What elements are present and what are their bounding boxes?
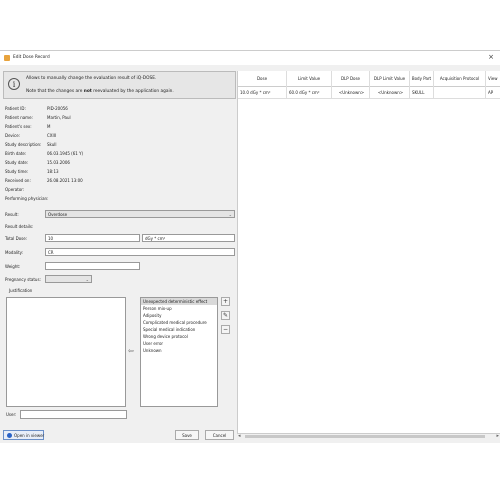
total-dose-unit-field[interactable]: dGy * cm² xyxy=(142,234,235,242)
column-header-dlp-dose[interactable]: DLP Dose xyxy=(332,71,370,87)
cell-acquisition-protocol xyxy=(434,87,486,99)
scroll-left-icon[interactable]: ◂ xyxy=(238,433,241,439)
grid-header: Dose Limit Value DLP Dose DLP Limit Valu… xyxy=(238,71,500,87)
info-text-suffix: reevaluated by the application again. xyxy=(91,89,174,94)
reason-item-user-error[interactable]: User error xyxy=(141,340,217,347)
column-header-dlp-limit-value[interactable]: DLP Limit Value xyxy=(370,71,410,87)
user-label: User: xyxy=(6,412,17,417)
reason-item-unexpected-deterministic-effect[interactable]: Unexpected deterministic effect xyxy=(141,298,217,305)
info-text-line1: Allows to manually change the evaluation… xyxy=(26,76,157,81)
device-value: CXIII xyxy=(47,133,57,138)
total-dose-label: Total Dose: xyxy=(5,236,28,241)
edit-reason-button[interactable]: ✎ xyxy=(221,311,230,320)
reason-item-special-medical-indication[interactable]: Special medical indication xyxy=(141,326,217,333)
justification-label: Justification xyxy=(9,288,33,293)
study-time-value: 18:13 xyxy=(47,169,59,174)
result-details-label: Result details: xyxy=(5,224,34,229)
study-description-label: Study description: xyxy=(5,142,42,147)
scroll-right-icon[interactable]: ▸ xyxy=(496,433,499,439)
reason-item-adiposity[interactable]: Adiposity xyxy=(141,312,217,319)
device-label: Device: xyxy=(5,133,21,138)
birth-date-label: Birth date: xyxy=(5,151,27,156)
info-text-line2: Note that the changes are not reevaluate… xyxy=(26,89,174,94)
table-row[interactable]: 10.0 dGy * cm² 60.0 dGy * cm² <Unknown> … xyxy=(238,87,500,99)
info-banner: i Allows to manually change the evaluati… xyxy=(3,71,236,99)
total-dose-input[interactable]: 10 xyxy=(45,234,140,242)
patient-sex-label: Patient's sex: xyxy=(5,124,32,129)
user-input[interactable] xyxy=(20,410,127,419)
justification-reason-list[interactable]: Unexpected deterministic effect Person m… xyxy=(140,297,218,407)
justification-textarea[interactable] xyxy=(6,297,126,407)
reason-item-wrong-device-protocol[interactable]: Wrong device protocol xyxy=(141,333,217,340)
reason-item-unknown[interactable]: Unknown xyxy=(141,347,217,354)
pregnancy-status-select[interactable]: ⌄ xyxy=(45,275,92,283)
close-button[interactable]: × xyxy=(488,53,494,61)
scroll-thumb[interactable] xyxy=(245,435,485,438)
save-button[interactable]: Save xyxy=(175,430,199,440)
title-bar: Edit Dose Record × xyxy=(0,51,500,65)
transfer-arrow-button[interactable]: ⇦ xyxy=(128,347,134,355)
reason-item-complicated-medical-procedure[interactable]: Complicated medical procedure xyxy=(141,319,217,326)
column-header-limit-value[interactable]: Limit Value xyxy=(287,71,332,87)
weight-input[interactable] xyxy=(45,262,140,270)
info-icon: i xyxy=(8,78,20,90)
result-value: Overdose xyxy=(48,212,68,217)
open-in-viewer-label: Open in viewer xyxy=(14,433,45,438)
study-time-label: Study time: xyxy=(5,169,29,174)
birth-date-value: 06.03.1945 (61 Y) xyxy=(47,151,84,156)
weight-label: Weight: xyxy=(5,264,21,269)
column-header-acquisition-protocol[interactable]: Acquisition Protocol xyxy=(434,71,486,87)
patient-name-label: Patient name: xyxy=(5,115,33,120)
column-header-body-part[interactable]: Body Part xyxy=(410,71,434,87)
remove-reason-button[interactable]: − xyxy=(221,325,230,334)
viewer-icon xyxy=(7,433,12,438)
performing-physician-label: Performing physician: xyxy=(5,196,49,201)
operator-label: Operator: xyxy=(5,187,25,192)
cell-limit-value: 60.0 dGy * cm² xyxy=(287,87,332,99)
study-date-label: Study date: xyxy=(5,160,29,165)
window-title: Edit Dose Record xyxy=(13,55,50,60)
cell-view: AP xyxy=(486,87,500,99)
add-reason-button[interactable]: + xyxy=(221,297,230,306)
result-label: Result: xyxy=(5,212,19,217)
result-select[interactable]: Overdose ⌄ xyxy=(45,210,235,218)
open-in-viewer-button[interactable]: Open in viewer xyxy=(3,430,44,440)
patient-id-label: Patient ID: xyxy=(5,106,26,111)
info-text-prefix: Note that the changes are xyxy=(26,89,84,94)
patient-name-value: Martin, Paul xyxy=(47,115,71,120)
cell-dlp-limit-value: <Unknown> xyxy=(370,87,410,99)
pregnancy-status-label: Pregnancy status: xyxy=(5,277,41,282)
column-header-view[interactable]: View xyxy=(486,71,500,87)
reason-item-person-mix-up[interactable]: Person mix-up xyxy=(141,305,217,312)
app-icon xyxy=(4,55,10,61)
study-date-value: 15.03.2006 xyxy=(47,160,70,165)
modality-input[interactable]: CR xyxy=(45,248,235,256)
chevron-down-icon: ⌄ xyxy=(85,277,89,282)
study-description-value: Skull xyxy=(47,142,57,147)
cancel-button[interactable]: Cancel xyxy=(205,430,234,440)
cell-dlp-dose: <Unknown> xyxy=(332,87,370,99)
received-on-label: Received on: xyxy=(5,178,31,183)
patient-sex-value: M xyxy=(47,124,51,129)
modality-label: Modality: xyxy=(5,250,24,255)
cell-dose: 10.0 dGy * cm² xyxy=(238,87,287,99)
dose-records-grid: Dose Limit Value DLP Dose DLP Limit Valu… xyxy=(237,71,500,433)
received-on-value: 26.08.2021 13:00 xyxy=(47,178,83,183)
info-text-bold: not xyxy=(83,89,92,94)
edit-dose-record-dialog: Edit Dose Record × i Allows to manually … xyxy=(0,50,500,443)
chevron-down-icon: ⌄ xyxy=(228,212,232,217)
horizontal-scrollbar[interactable]: ◂ ▸ xyxy=(237,433,500,439)
column-header-dose[interactable]: Dose xyxy=(238,71,287,87)
cell-body-part: SKULL xyxy=(410,87,434,99)
patient-id-value: PID-20056 xyxy=(47,106,68,111)
